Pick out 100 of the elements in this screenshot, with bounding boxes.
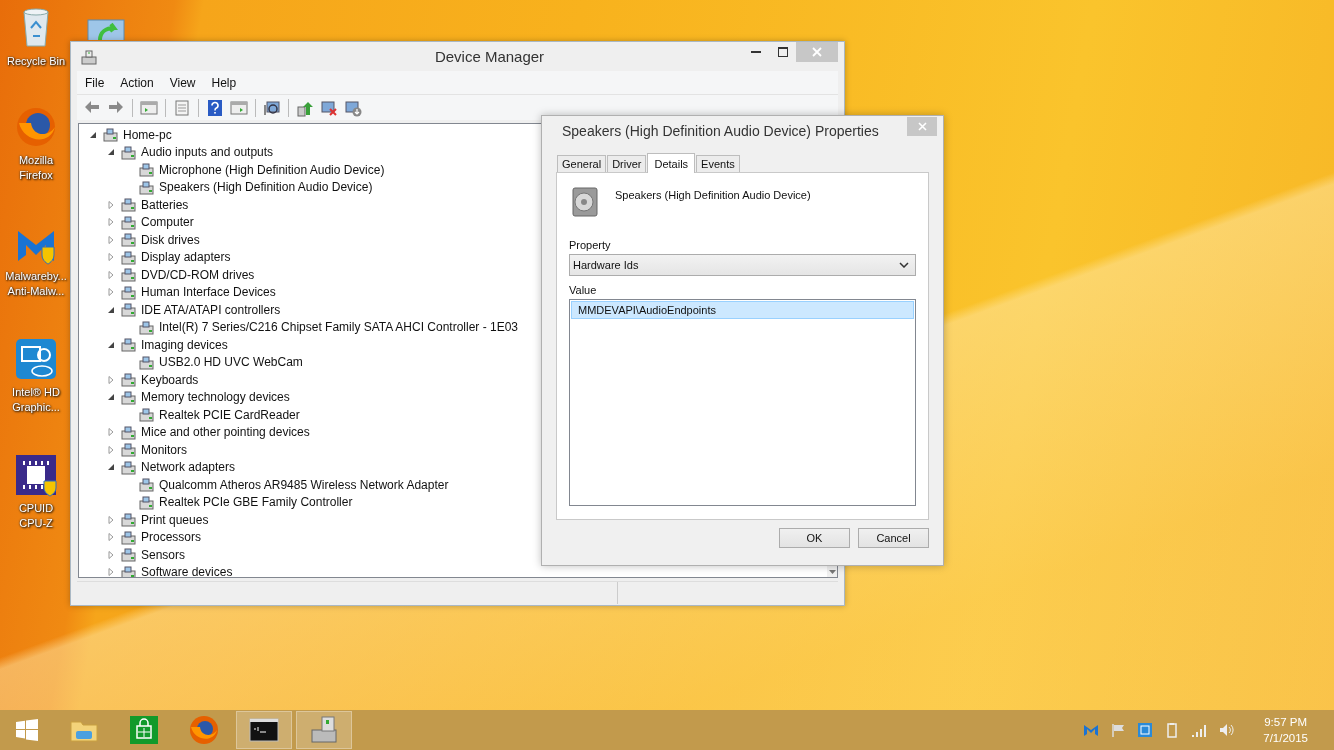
collapsed-arrow-icon[interactable] (107, 253, 115, 262)
tree-item[interactable]: Human Interface Devices (140, 285, 277, 300)
collapsed-arrow-icon[interactable] (107, 235, 115, 244)
intel-graphics-icon[interactable] (14, 337, 58, 381)
device-icon (121, 232, 136, 248)
chevron-down-icon (899, 262, 909, 268)
device-icon (121, 389, 136, 405)
collapsed-arrow-icon[interactable] (107, 200, 115, 209)
tree-item[interactable]: USB2.0 HD UVC WebCam (158, 355, 304, 370)
chip-icon[interactable] (14, 453, 58, 497)
collapsed-arrow-icon[interactable] (107, 428, 115, 437)
tree-item[interactable]: IDE ATA/ATAPI controllers (140, 302, 282, 317)
device-manager-icon (308, 714, 340, 746)
download-arrow-icon[interactable] (344, 98, 362, 117)
tree-item[interactable]: Computer (140, 215, 195, 230)
collapsed-arrow-icon[interactable] (107, 375, 115, 384)
device-icon (139, 494, 154, 510)
collapsed-arrow-icon[interactable] (107, 568, 115, 577)
scroll-down-icon[interactable] (828, 570, 836, 574)
help-icon[interactable] (206, 98, 224, 117)
tab[interactable]: Driver (607, 155, 647, 172)
tree-item[interactable]: Network adapters (140, 460, 237, 475)
menu-item[interactable]: Action (112, 73, 162, 92)
tree-item[interactable]: Monitors (140, 442, 188, 457)
tree-item[interactable]: Keyboards (140, 372, 200, 387)
window-pane-icon[interactable] (230, 98, 248, 117)
expanded-arrow-icon[interactable] (89, 130, 97, 139)
collapsed-arrow-icon[interactable] (107, 550, 115, 559)
tree-item[interactable]: Sensors (140, 547, 187, 562)
remove-cross-icon[interactable] (320, 98, 338, 117)
device-icon (139, 319, 154, 335)
device-icon (121, 547, 136, 563)
window-pane-icon[interactable] (140, 98, 158, 117)
tree-item[interactable]: Speakers (High Definition Audio Device) (158, 180, 374, 195)
device-icon (121, 197, 136, 213)
tree-item[interactable]: Realtek PCIE CardReader (158, 407, 301, 422)
tree-item[interactable]: Disk drives (140, 232, 201, 247)
tree-item[interactable]: Print queues (140, 512, 210, 527)
device-icon (139, 354, 154, 370)
firefox-icon[interactable] (14, 105, 58, 149)
tree-item[interactable]: Display adapters (140, 250, 232, 265)
clock-date: 7/1/2015 (1263, 731, 1308, 746)
collapsed-arrow-icon[interactable] (107, 533, 115, 542)
tree-item[interactable]: Mice and other pointing devices (140, 425, 311, 440)
signal-icon[interactable] (1191, 722, 1208, 738)
device-icon (121, 564, 136, 577)
clock-time: 9:57 PM (1264, 715, 1308, 730)
monitor-icon[interactable] (86, 18, 126, 40)
list-item[interactable]: MMDEVAPI\AudioEndpoints (571, 301, 914, 319)
tree-item[interactable]: Processors (140, 530, 203, 545)
tree-item[interactable]: Qualcomm Atheros AR9485 Wireless Network Adapter (158, 477, 450, 492)
maximize-icon (777, 47, 788, 57)
menu-item[interactable]: View (161, 73, 204, 92)
document-icon[interactable] (173, 98, 191, 117)
expanded-arrow-icon[interactable] (107, 463, 115, 472)
tab[interactable]: Details (647, 153, 696, 173)
malwarebytes-icon[interactable] (1083, 722, 1100, 738)
window-title: Device Manager (433, 48, 546, 65)
cancel-button[interactable]: Cancel (858, 528, 929, 548)
menu-item[interactable]: File (77, 73, 113, 92)
volume-icon[interactable] (1218, 722, 1235, 738)
tree-item[interactable]: Home-pc (122, 127, 173, 142)
device-icon (121, 302, 136, 318)
icon-label: Recycle Bin (6, 54, 66, 69)
ok-button[interactable]: OK (779, 528, 850, 548)
close-button[interactable] (907, 117, 937, 136)
tree-item[interactable]: Intel(R) 7 Series/C216 Chipset Family SATA AHCI Controller - 1E03 (158, 320, 520, 335)
tree-item[interactable]: DVD/CD-ROM drives (140, 267, 256, 282)
expanded-arrow-icon[interactable] (107, 340, 115, 349)
icon-label: Malwareby... Anti-Malw... (5, 269, 67, 299)
tree-item[interactable]: Imaging devices (140, 337, 229, 352)
tree-item[interactable]: Microphone (High Definition Audio Device) (158, 162, 386, 177)
tree-item[interactable]: Batteries (140, 197, 190, 212)
tree-item[interactable]: Software devices (140, 565, 234, 577)
icon-label: Mozilla Firefox (18, 153, 54, 183)
tree-item[interactable]: Memory technology devices (140, 390, 291, 405)
expanded-arrow-icon[interactable] (107, 305, 115, 314)
intel-graphics-icon[interactable] (1137, 722, 1154, 738)
windows-logo-icon (15, 718, 39, 742)
monitor-search-icon[interactable] (263, 98, 281, 117)
taskbar-button[interactable] (236, 711, 292, 749)
collapsed-arrow-icon[interactable] (107, 515, 115, 524)
collapsed-arrow-icon[interactable] (107, 270, 115, 279)
expanded-arrow-icon[interactable] (107, 148, 115, 157)
menu-item[interactable]: Help (203, 73, 245, 92)
device-icon (121, 459, 136, 475)
flag-icon[interactable] (1110, 722, 1127, 738)
expanded-arrow-icon[interactable] (107, 393, 115, 402)
device-icon (121, 267, 136, 283)
tree-item[interactable]: Realtek PCIe GBE Family Controller (158, 495, 354, 510)
collapsed-arrow-icon[interactable] (107, 218, 115, 227)
collapsed-arrow-icon[interactable] (107, 445, 115, 454)
tab[interactable]: General (557, 155, 607, 172)
device-icon (121, 214, 136, 230)
device-icon (121, 442, 136, 458)
firefox-icon (188, 714, 220, 746)
tree-item[interactable]: Audio inputs and outputs (140, 145, 275, 160)
tab[interactable]: Events (696, 155, 740, 172)
collapsed-arrow-icon[interactable] (107, 288, 115, 297)
property-dropdown[interactable]: Hardware Ids (569, 254, 916, 276)
